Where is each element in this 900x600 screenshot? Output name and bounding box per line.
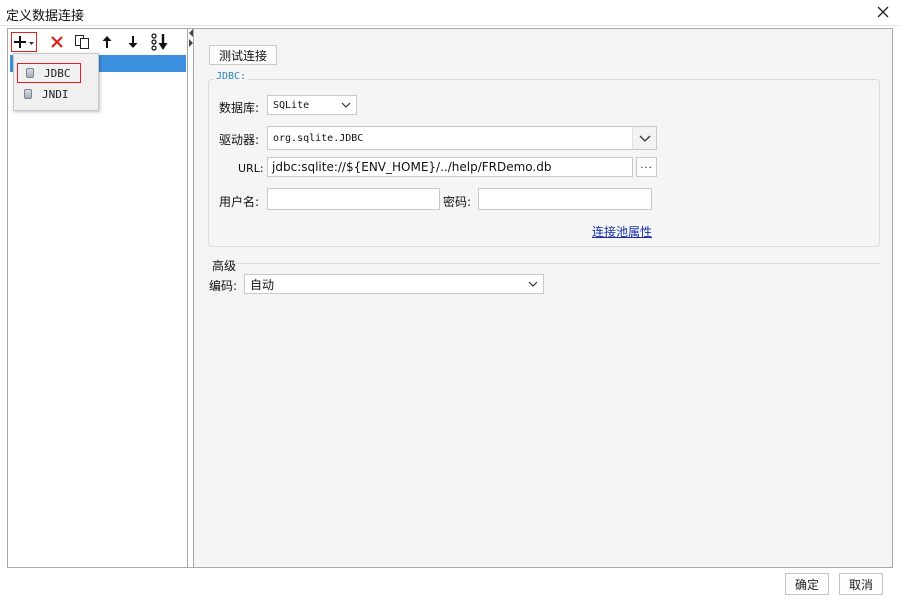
- menu-item-jndi[interactable]: JNDI: [16, 84, 96, 104]
- menu-item-jdbc[interactable]: JDBC: [17, 63, 81, 83]
- close-button[interactable]: [874, 3, 892, 21]
- copy-connection-button[interactable]: [72, 32, 92, 52]
- encoding-label: 编码:: [209, 279, 238, 293]
- driver-value: org.sqlite.JDBC: [273, 132, 364, 144]
- title-bar: 定义数据连接: [0, 0, 900, 26]
- dialog-body: 测试连接 JDBC: 数据库: SQLite 驱动器: org.sqlite.J…: [7, 28, 893, 568]
- arrow-down-icon: [128, 36, 138, 48]
- delete-connection-button[interactable]: [47, 32, 67, 52]
- menu-item-label: JDBC: [44, 66, 71, 80]
- add-connection-button[interactable]: [11, 32, 37, 52]
- connection-settings-panel: 测试连接 JDBC: 数据库: SQLite 驱动器: org.sqlite.J…: [194, 29, 892, 567]
- password-label: 密码:: [443, 195, 472, 209]
- advanced-section-label: 高级: [212, 259, 237, 273]
- connection-toolbar: [8, 29, 188, 55]
- password-input[interactable]: [478, 188, 652, 210]
- driver-select[interactable]: org.sqlite.JDBC: [267, 126, 657, 150]
- plus-icon: [14, 36, 34, 48]
- chevron-down-icon: [632, 127, 656, 149]
- close-icon: [877, 6, 889, 18]
- cancel-button[interactable]: 取消: [839, 573, 883, 595]
- database-label: 数据库:: [219, 101, 260, 115]
- move-up-button[interactable]: [97, 32, 117, 52]
- username-label: 用户名:: [219, 195, 260, 209]
- jdbc-group-label: JDBC:: [214, 71, 249, 82]
- encoding-select[interactable]: 自动: [244, 274, 544, 294]
- move-down-button[interactable]: [123, 32, 143, 52]
- window-title: 定义数据连接: [6, 9, 85, 24]
- url-input[interactable]: jdbc:sqlite://${ENV_HOME}/../help/FRDemo…: [267, 157, 633, 177]
- encoding-value: 自动: [250, 277, 275, 292]
- database-icon: [26, 68, 34, 78]
- delete-x-icon: [51, 36, 63, 48]
- url-browse-button[interactable]: ...: [636, 157, 657, 177]
- database-value: SQLite: [273, 99, 310, 111]
- advanced-divider: [234, 263, 880, 264]
- sort-button[interactable]: [150, 32, 170, 52]
- driver-label: 驱动器:: [219, 133, 260, 147]
- sort-icon: [151, 33, 168, 51]
- chevron-down-icon: [336, 96, 356, 114]
- database-icon: [24, 89, 32, 99]
- chevron-down-icon: [523, 275, 543, 293]
- test-connection-button[interactable]: 测试连接: [209, 45, 277, 65]
- username-input[interactable]: [267, 188, 440, 210]
- copy-icon: [75, 35, 89, 49]
- database-select[interactable]: SQLite: [267, 95, 357, 115]
- add-connection-menu: JDBC JNDI: [13, 53, 99, 111]
- arrow-up-icon: [102, 36, 112, 48]
- ok-button[interactable]: 确定: [785, 573, 829, 595]
- menu-item-label: JNDI: [42, 87, 69, 101]
- pool-properties-link[interactable]: 连接池属性: [592, 223, 652, 240]
- url-label: URL:: [238, 162, 264, 175]
